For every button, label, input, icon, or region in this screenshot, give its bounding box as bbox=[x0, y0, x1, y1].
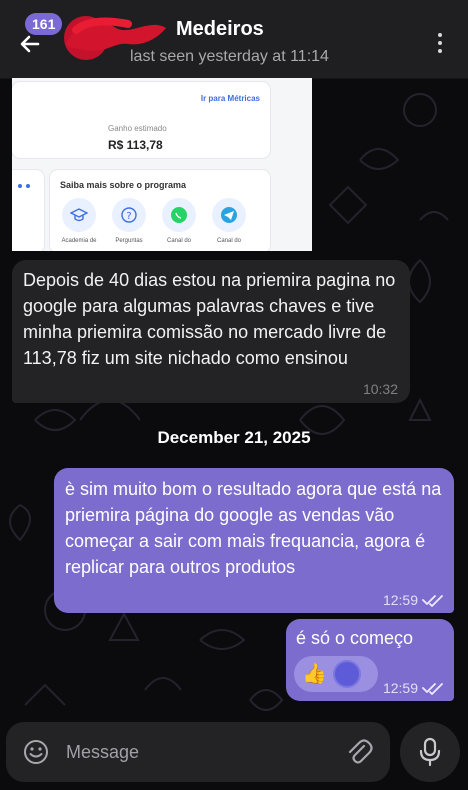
shared-screenshot-image[interactable]: Ir para Métricas Ganho estimado R$ 113,7… bbox=[12, 78, 312, 251]
chat-header: 161 Medeiros last seen yesterday at 11:1… bbox=[0, 0, 468, 78]
partial-card bbox=[12, 170, 44, 251]
program-item-label: Perguntas bbox=[115, 238, 143, 244]
message-input[interactable] bbox=[66, 740, 316, 764]
thumbs-up-icon: 👍 bbox=[302, 663, 327, 685]
program-item: ? Perguntas bbox=[110, 198, 148, 244]
smile-icon[interactable] bbox=[22, 738, 50, 766]
outgoing-message-text: è sim muito bom o resultado agora que es… bbox=[65, 479, 442, 577]
more-options-button[interactable] bbox=[430, 26, 450, 60]
metrics-link: Ir para Métricas bbox=[200, 94, 260, 103]
double-check-icon bbox=[422, 595, 443, 607]
message-meta: 12:59 bbox=[383, 592, 444, 608]
program-item: Academia de bbox=[60, 198, 98, 244]
double-check-icon bbox=[422, 683, 443, 695]
whatsapp-icon bbox=[162, 198, 196, 232]
message-composer bbox=[6, 722, 390, 782]
outgoing-message-text: é só o começo bbox=[296, 628, 414, 648]
carousel-dots-icon bbox=[18, 184, 30, 188]
reactor-avatar bbox=[332, 660, 361, 688]
svg-text:?: ? bbox=[126, 211, 131, 222]
program-icon-row: Academia de ? Perguntas Canal do Canal d… bbox=[60, 198, 248, 244]
dot-icon bbox=[438, 33, 442, 37]
date-divider: December 21, 2025 bbox=[157, 428, 311, 447]
program-title: Saiba mais sobre o programa bbox=[60, 180, 187, 190]
program-item-label: Canal do bbox=[166, 238, 192, 244]
earnings-label: Ganho estimado bbox=[108, 124, 167, 133]
earnings-value: R$ 113,78 bbox=[108, 138, 163, 152]
reaction-pill[interactable]: 👍 bbox=[294, 656, 378, 692]
microphone-icon bbox=[419, 737, 441, 767]
incoming-message[interactable]: Depois de 40 dias estou na priemira pagi… bbox=[12, 260, 410, 403]
dot-icon bbox=[438, 41, 442, 45]
message-meta: 12:59 bbox=[383, 680, 444, 696]
dot-icon bbox=[438, 49, 442, 53]
program-item-label: Academia de bbox=[61, 238, 97, 244]
program-item: Canal do bbox=[160, 198, 198, 244]
incoming-message-text: Depois de 40 dias estou na priemira pagi… bbox=[23, 270, 396, 368]
outgoing-message[interactable]: è sim muito bom o resultado agora que es… bbox=[54, 468, 454, 613]
outgoing-message-time: 12:59 bbox=[382, 592, 418, 608]
contact-name[interactable]: Medeiros bbox=[176, 18, 264, 41]
question-icon: ? bbox=[112, 198, 146, 232]
unread-count-badge: 161 bbox=[25, 13, 63, 35]
program-item-label: Canal do bbox=[216, 238, 242, 244]
graduation-cap-icon bbox=[62, 198, 96, 232]
microphone-button[interactable] bbox=[400, 722, 460, 782]
outgoing-message[interactable]: é só o começo 👍 12:59 bbox=[286, 619, 454, 701]
program-card: Saiba mais sobre o programa Academia de … bbox=[50, 170, 270, 251]
outgoing-message-time: 12:59 bbox=[382, 680, 418, 696]
paperclip-icon[interactable] bbox=[344, 737, 374, 767]
redaction-scribble bbox=[66, 17, 166, 51]
earnings-card: Ir para Métricas Ganho estimado R$ 113,7… bbox=[12, 82, 270, 158]
telegram-icon bbox=[212, 198, 246, 232]
incoming-message-time: 10:32 bbox=[362, 381, 398, 397]
program-item: Canal do bbox=[210, 198, 248, 244]
